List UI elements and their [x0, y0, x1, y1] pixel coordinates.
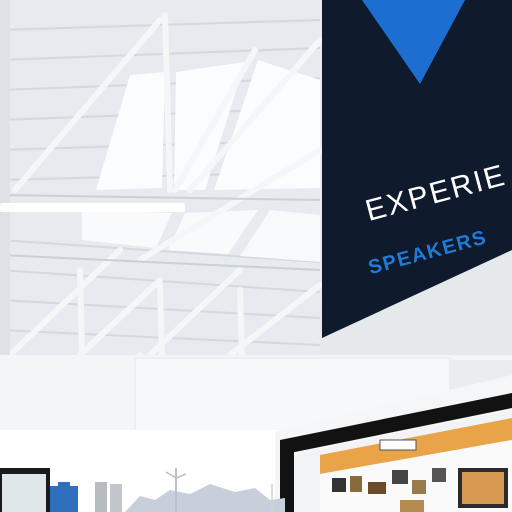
exhibition-hall-scene: EXPERIE SPEAKERS	[0, 0, 512, 512]
light-strip	[0, 203, 185, 212]
